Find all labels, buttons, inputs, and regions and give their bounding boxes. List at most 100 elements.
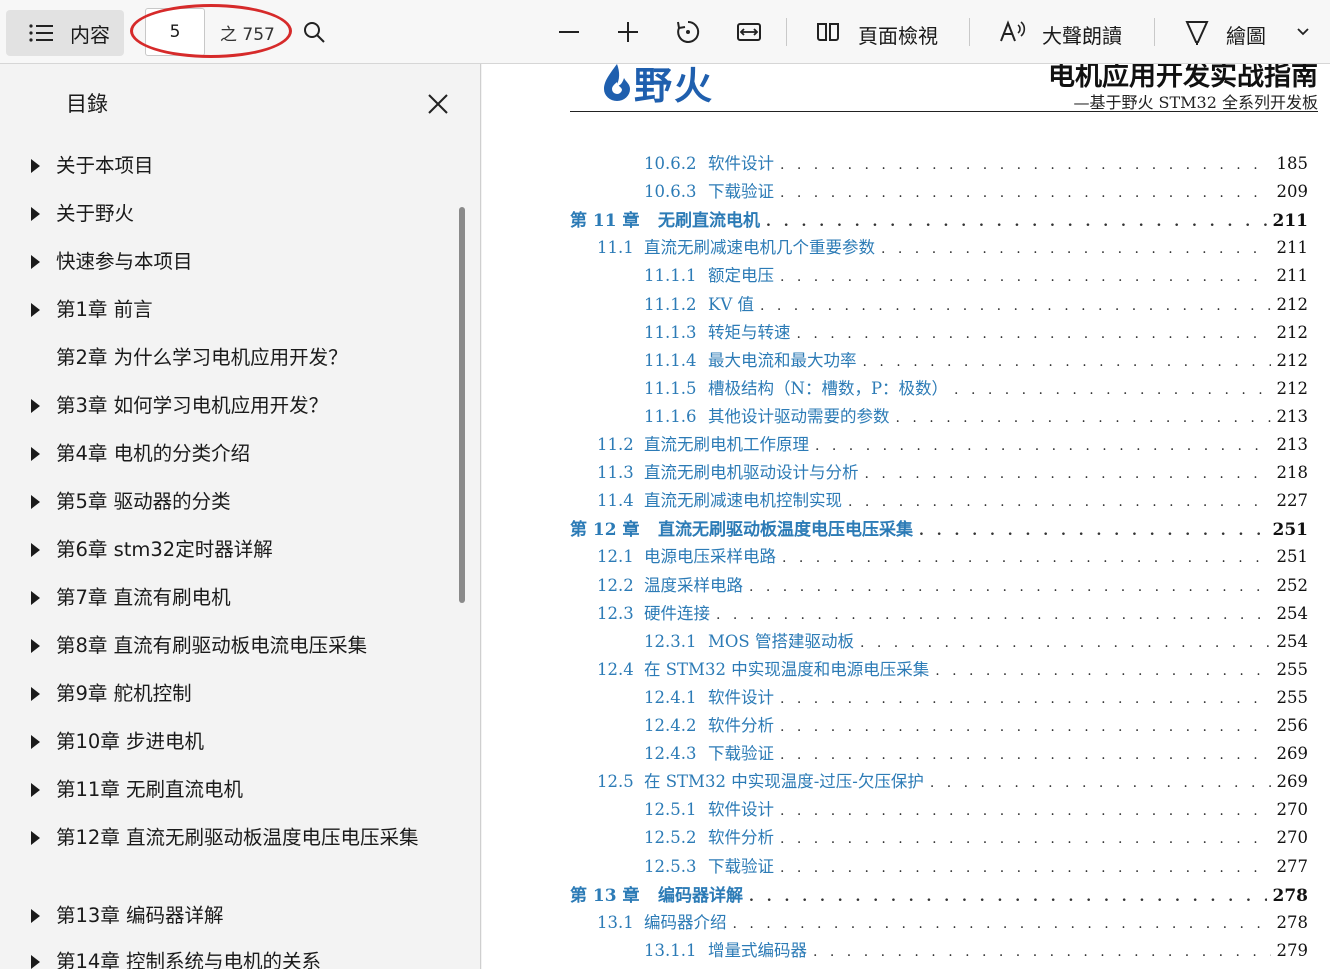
toc-entry[interactable]: 11.1.4 最大电流和最大功率 212 bbox=[644, 347, 1308, 371]
expand-arrow-icon[interactable] bbox=[31, 303, 40, 317]
expand-arrow-icon[interactable] bbox=[31, 591, 40, 605]
toc-item[interactable]: 第8章 直流有刷驱动板电流电压采集 bbox=[0, 632, 440, 664]
toc-entry[interactable]: 11.4 直流无刷减速电机控制实现 227 bbox=[597, 487, 1308, 511]
toc-entry[interactable]: 13.1.1 增量式编码器 279 bbox=[644, 937, 1308, 961]
toc-entry[interactable]: 12.5 在 STM32 中实现温度-过压-欠压保护 269 bbox=[597, 768, 1308, 792]
toc-entry[interactable]: 12.4 在 STM32 中实现温度和电源电压采集 255 bbox=[597, 656, 1308, 680]
toc-entry-page: 251 bbox=[1272, 520, 1309, 540]
draw-dropdown-button[interactable] bbox=[1290, 16, 1316, 48]
toc-entry[interactable]: 12.4.1 软件设计 255 bbox=[644, 684, 1308, 708]
toc-item[interactable]: 第13章 编码器详解 bbox=[0, 902, 440, 934]
toc-entry[interactable]: 10.6.2 软件设计 185 bbox=[644, 150, 1308, 174]
rotate-button[interactable] bbox=[672, 16, 704, 48]
toc-entry[interactable]: 11.1 直流无刷减速电机几个重要参数 211 bbox=[597, 234, 1308, 258]
sidebar-scrollbar[interactable] bbox=[459, 207, 465, 603]
toc-entry-number: 11.4 bbox=[597, 491, 634, 510]
expand-arrow-icon[interactable] bbox=[31, 495, 40, 509]
toc-item[interactable]: 第2章 为什么学习电机应用开发？ bbox=[0, 344, 440, 376]
toc-entry[interactable]: 12.5.2 软件分析 270 bbox=[644, 824, 1308, 848]
expand-arrow-icon[interactable] bbox=[31, 909, 40, 923]
toc-entry[interactable]: 12.3.1 MOS 管搭建驱动板 254 bbox=[644, 628, 1308, 652]
close-sidebar-button[interactable] bbox=[424, 90, 452, 118]
toc-entry-title: 其他设计驱动需要的参数 bbox=[708, 407, 890, 426]
toc-entry-page: 212 bbox=[1276, 323, 1309, 342]
toc-entry[interactable]: 11.1.2 KV 值 212 bbox=[644, 291, 1308, 315]
toc-entry[interactable]: 11.1.6 其他设计驱动需要的参数 213 bbox=[644, 403, 1308, 427]
toc-item[interactable]: 第1章 前言 bbox=[0, 296, 440, 328]
toc-entry[interactable]: 第 13 章编码器详解 278 bbox=[570, 881, 1308, 906]
toc-entry[interactable]: 11.1.5 槽极结构（N：槽数，P：极数） 212 bbox=[644, 375, 1308, 399]
toc-entry[interactable]: 11.1.3 转矩与转速 212 bbox=[644, 319, 1308, 343]
toc-item[interactable]: 第12章 直流无刷驱动板温度电压电压采集 bbox=[0, 824, 440, 884]
read-aloud-icon-button[interactable] bbox=[996, 16, 1028, 48]
toc-entry[interactable]: 12.2 温度采样电路 252 bbox=[597, 572, 1308, 596]
toc-entry[interactable]: 12.4.3 下载验证 269 bbox=[644, 740, 1308, 764]
expand-arrow-icon[interactable] bbox=[31, 207, 40, 221]
toc-entry[interactable]: 11.3 直流无刷电机驱动设计与分析 218 bbox=[597, 459, 1308, 483]
toc-item[interactable]: 第9章 舵机控制 bbox=[0, 680, 440, 712]
toc-item-label: 第14章 控制系统与电机的关系 bbox=[56, 950, 322, 969]
expand-arrow-icon[interactable] bbox=[31, 783, 40, 797]
toc-entry-page: 251 bbox=[1276, 547, 1309, 566]
fit-width-button[interactable] bbox=[733, 16, 765, 48]
read-aloud-button[interactable]: 大聲朗讀 bbox=[1042, 20, 1122, 49]
toc-entry-page: 185 bbox=[1276, 154, 1309, 173]
toc-item-label: 第12章 直流无刷驱动板温度电压电压采集 bbox=[56, 826, 419, 849]
toc-entry-page: 211 bbox=[1276, 266, 1309, 285]
expand-arrow-icon[interactable] bbox=[31, 687, 40, 701]
zoom-in-button[interactable] bbox=[612, 16, 644, 48]
toc-entry[interactable]: 11.1.1 额定电压 211 bbox=[644, 262, 1308, 286]
page-number-input[interactable]: 5 bbox=[145, 8, 205, 56]
expand-arrow-icon[interactable] bbox=[31, 447, 40, 461]
expand-arrow-icon[interactable] bbox=[31, 735, 40, 749]
dot-leader bbox=[865, 466, 1271, 482]
toc-entry[interactable]: 12.1 电源电压采样电路 251 bbox=[597, 543, 1308, 567]
toc-item-label: 第5章 驱动器的分类 bbox=[56, 490, 231, 513]
toc-entry[interactable]: 13.1 编码器介绍 278 bbox=[597, 909, 1308, 933]
toc-item[interactable]: 第6章 stm32定时器详解 bbox=[0, 536, 440, 568]
toc-item[interactable]: 第7章 直流有刷电机 bbox=[0, 584, 440, 616]
search-button[interactable] bbox=[298, 16, 330, 48]
toc-entry[interactable]: 12.5.1 软件设计 270 bbox=[644, 796, 1308, 820]
toc-item[interactable]: 第5章 驱动器的分类 bbox=[0, 488, 440, 520]
toc-item[interactable]: 第3章 如何学习电机应用开发？ bbox=[0, 392, 440, 424]
toc-entry[interactable]: 第 12 章直流无刷驱动板温度电压电压采集 251 bbox=[570, 515, 1309, 540]
toc-entry-title: 直流无刷电机驱动设计与分析 bbox=[644, 463, 859, 482]
expand-arrow-icon[interactable] bbox=[31, 159, 40, 173]
toc-entry[interactable]: 12.5.3 下载验证 277 bbox=[644, 853, 1308, 877]
toc-item[interactable]: 第4章 电机的分类介绍 bbox=[0, 440, 440, 472]
toc-item[interactable]: 第11章 无刷直流电机 bbox=[0, 776, 440, 808]
draw-button[interactable]: 繪圖 bbox=[1226, 20, 1266, 49]
expand-arrow-icon[interactable] bbox=[31, 955, 40, 969]
expand-arrow-icon[interactable] bbox=[31, 543, 40, 557]
toc-entry[interactable]: 10.6.3 下载验证 209 bbox=[644, 178, 1308, 202]
toc-entry-page: 277 bbox=[1276, 857, 1309, 876]
toc-entry[interactable]: 12.4.2 软件分析 256 bbox=[644, 712, 1308, 736]
toc-entry[interactable]: 11.2 直流无刷电机工作原理 213 bbox=[597, 431, 1308, 455]
toc-entry-title: 温度采样电路 bbox=[644, 576, 743, 595]
draw-icon-button[interactable] bbox=[1181, 16, 1213, 48]
contents-button[interactable]: 内容 bbox=[6, 10, 124, 56]
dot-leader bbox=[930, 775, 1271, 791]
toc-item[interactable]: 快速参与本项目 bbox=[0, 248, 440, 280]
toc-entry-number: 11.1 bbox=[597, 238, 634, 257]
expand-arrow-icon[interactable] bbox=[31, 639, 40, 653]
toc-entry-title: 直流无刷电机工作原理 bbox=[644, 435, 809, 454]
toc-item[interactable]: 关于本项目 bbox=[0, 152, 440, 184]
expand-arrow-icon[interactable] bbox=[31, 399, 40, 413]
list-icon bbox=[29, 24, 53, 42]
page-view-icon-button[interactable] bbox=[812, 16, 844, 48]
toc-entry[interactable]: 第 11 章无刷直流电机 211 bbox=[570, 206, 1308, 231]
zoom-out-button[interactable] bbox=[553, 16, 585, 48]
page-view-button[interactable]: 頁面檢視 bbox=[858, 20, 938, 49]
toc-entry[interactable]: 12.3 硬件连接 254 bbox=[597, 600, 1308, 624]
toc-item[interactable]: 第14章 控制系统与电机的关系 bbox=[0, 948, 440, 969]
toc-item[interactable]: 第10章 步进电机 bbox=[0, 728, 440, 760]
expand-arrow-icon[interactable] bbox=[31, 831, 40, 845]
expand-arrow-icon[interactable] bbox=[31, 255, 40, 269]
toc-entry-title: 最大电流和最大功率 bbox=[708, 351, 857, 370]
toc-entry-number: 10.6.3 bbox=[644, 182, 697, 201]
header-rule bbox=[570, 111, 1318, 112]
toc-item[interactable]: 关于野火 bbox=[0, 200, 440, 232]
toc-entry-number: 12.5.3 bbox=[644, 857, 697, 876]
